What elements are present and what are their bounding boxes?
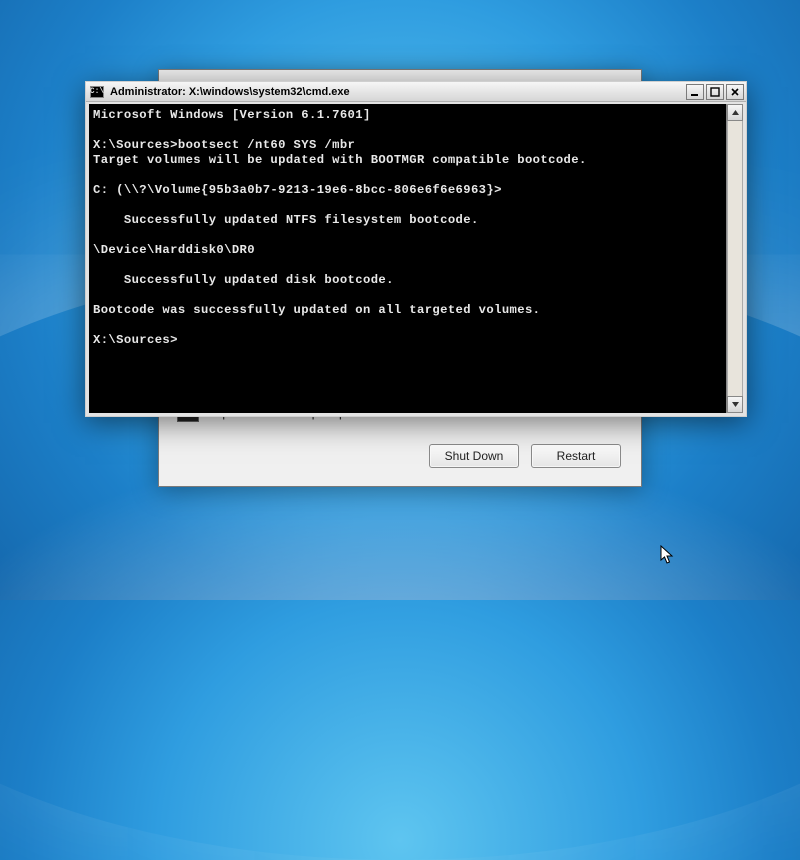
mouse-cursor-icon <box>660 545 676 565</box>
cmd-title: Administrator: X:\windows\system32\cmd.e… <box>110 86 680 98</box>
scroll-down-button[interactable] <box>727 396 743 413</box>
maximize-button[interactable] <box>706 84 724 100</box>
minimize-button[interactable] <box>686 84 704 100</box>
cmd-window: C:\ Administrator: X:\windows\system32\c… <box>85 81 747 417</box>
cmd-titlebar[interactable]: C:\ Administrator: X:\windows\system32\c… <box>86 82 746 102</box>
scroll-up-button[interactable] <box>727 104 743 121</box>
cmd-scrollbar[interactable] <box>726 104 743 413</box>
window-controls <box>686 84 744 100</box>
cmd-terminal[interactable]: Microsoft Windows [Version 6.1.7601] X:\… <box>89 104 726 413</box>
cmd-system-icon: C:\ <box>90 86 104 98</box>
recovery-buttons: Shut Down Restart <box>429 444 621 468</box>
scroll-track[interactable] <box>727 121 743 396</box>
shutdown-button[interactable]: Shut Down <box>429 444 519 468</box>
close-button[interactable] <box>726 84 744 100</box>
restart-button[interactable]: Restart <box>531 444 621 468</box>
cmd-client-area: Microsoft Windows [Version 6.1.7601] X:\… <box>89 104 743 413</box>
